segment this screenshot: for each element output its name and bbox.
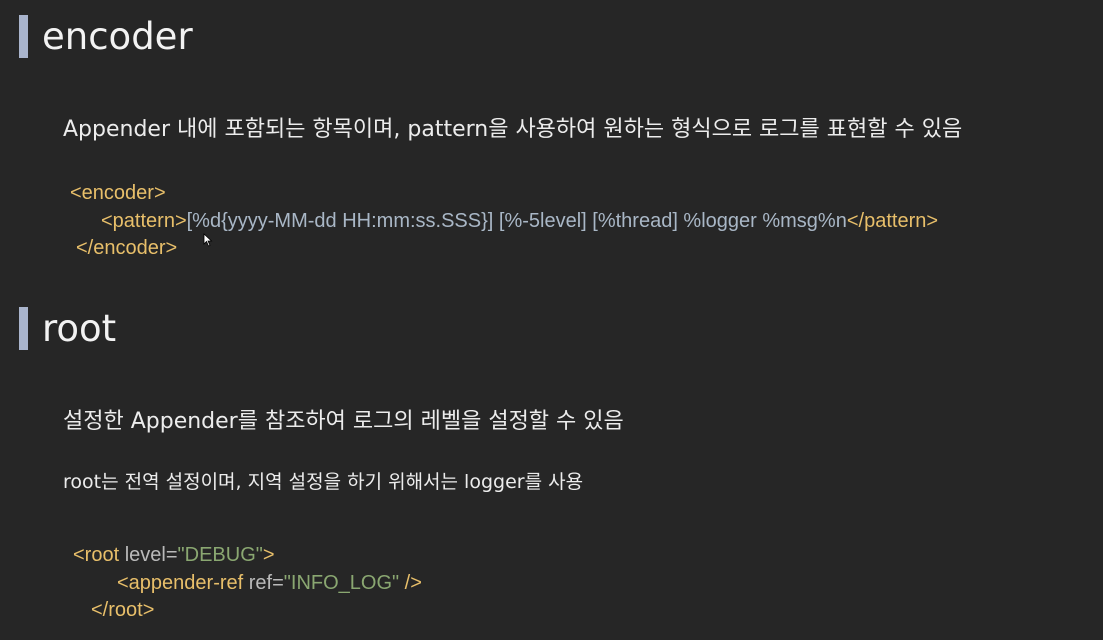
- appender-ref-attr: ref=: [243, 572, 284, 594]
- root-heading: root: [42, 307, 117, 350]
- root-code-line-1: <root level="DEBUG">: [73, 545, 275, 565]
- root-level-value: "DEBUG": [177, 544, 263, 566]
- encoder-code-line-1: <encoder>: [70, 183, 166, 203]
- encoder-open-tag: <encoder>: [70, 182, 166, 204]
- root-code-line-2: <appender-ref ref="INFO_LOG" />: [117, 573, 422, 593]
- root-open-tag-start: <root: [73, 544, 120, 566]
- slide: encoder Appender 내에 포함되는 항목이며, pattern을 …: [0, 0, 1103, 640]
- root-close-tag: </root>: [91, 599, 155, 621]
- encoder-heading: encoder: [42, 15, 193, 58]
- appender-ref-close: />: [399, 572, 422, 594]
- pattern-close-tag: </pattern>: [846, 210, 939, 232]
- encoder-description: Appender 내에 포함되는 항목이며, pattern을 사용하여 원하는…: [63, 117, 963, 142]
- root-section-bar: [19, 307, 28, 350]
- root-description-1: 설정한 Appender를 참조하여 로그의 레벨을 설정할 수 있음: [63, 409, 624, 434]
- appender-ref-value: "INFO_LOG": [283, 572, 400, 594]
- encoder-code-line-2: <pattern>[%d{yyyy-MM-dd HH:mm:ss.SSS}] […: [101, 211, 938, 231]
- encoder-close-tag: </encoder>: [76, 237, 178, 259]
- encoder-code-line-3: </encoder>: [76, 238, 177, 258]
- root-description-2: root는 전역 설정이며, 지역 설정을 하기 위해서는 logger를 사용: [63, 471, 584, 493]
- encoder-section-bar: [19, 15, 28, 58]
- root-level-attr: level=: [119, 544, 178, 566]
- root-code-line-3: </root>: [91, 600, 154, 620]
- pattern-open-tag: <pattern>: [101, 210, 187, 232]
- root-open-tag-end: >: [262, 544, 275, 566]
- pattern-value: [%d{yyyy-MM-dd HH:mm:ss.SSS}] [%-5level]…: [186, 210, 847, 232]
- mouse-pointer-icon: [203, 233, 213, 247]
- appender-ref-open-tag: <appender-ref: [117, 572, 244, 594]
